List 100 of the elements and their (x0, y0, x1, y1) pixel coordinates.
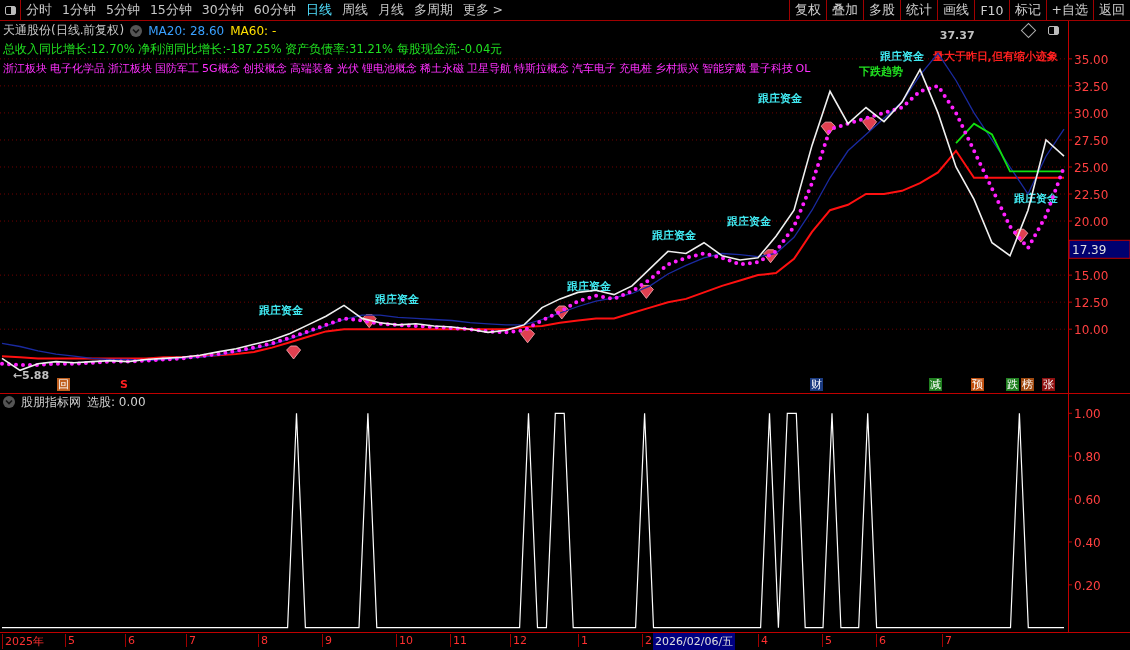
chart-annotation: 下跌趋势 (858, 65, 903, 79)
period-tab[interactable]: 1分钟 (57, 0, 101, 20)
toolbar-button[interactable]: 多股 (863, 0, 901, 20)
concept-tag[interactable]: 5G概念 (202, 61, 240, 76)
cursor-date-label: 2026/02/06/五 (653, 633, 736, 650)
concept-tag[interactable]: 乡村振兴 (654, 61, 699, 76)
period-tab[interactable]: 60分钟 (248, 0, 301, 20)
toolbar-button[interactable]: 标记 (1008, 0, 1046, 20)
diamond-icon (286, 345, 301, 360)
axis-label: 20.00 (1074, 215, 1109, 230)
last-price-label: 17.39 (1072, 243, 1107, 258)
date-label: 10 (396, 634, 413, 647)
date-label: 4 (758, 634, 768, 647)
chart-annotation: 37.37 (939, 29, 975, 43)
concept-tag[interactable]: 稀土永磁 (419, 61, 464, 76)
diamond-icon (554, 305, 570, 320)
event-marker[interactable]: 财 (810, 378, 824, 391)
date-label: 7 (186, 634, 196, 647)
chart-annotation: 跟庄资金 (651, 229, 696, 243)
event-marker[interactable]: 榜 (1020, 378, 1034, 391)
diamond-icon (1013, 228, 1029, 243)
axis-label: 0.20 (1074, 578, 1101, 593)
axis-label: 25.00 (1074, 161, 1109, 175)
toolbar-button[interactable]: F10 (974, 0, 1009, 20)
panel-icon[interactable] (1046, 24, 1060, 37)
chart-annotation: 跟庄资金 (727, 215, 772, 229)
axis-label: 22.50 (1074, 188, 1109, 202)
date-label: 9 (322, 634, 332, 647)
period-tab[interactable]: 更多 > (457, 0, 509, 20)
concept-tag[interactable]: 光伏 (336, 61, 359, 76)
indicator-title: 股朋指标网 (21, 393, 81, 411)
concept-tag[interactable]: 高端装备 (289, 61, 334, 76)
concept-tag[interactable]: 卫星导航 (466, 61, 511, 76)
period-tab[interactable]: 30分钟 (196, 0, 249, 20)
axis-label: 1.00 (1074, 407, 1101, 422)
axis-label: 27.50 (1074, 133, 1109, 148)
diamond-icon (862, 117, 877, 132)
axis-label: 12.50 (1074, 296, 1109, 311)
date-label: 2025年 (2, 634, 44, 649)
concept-tag[interactable]: 国防军工 (155, 61, 199, 76)
event-marker[interactable]: 预 (971, 378, 985, 391)
period-tab[interactable]: 日线 (300, 0, 337, 20)
chart-annotation: 跟庄资金 (259, 304, 304, 318)
period-tab[interactable]: 多周期 (408, 0, 458, 20)
concept-tag[interactable]: 电子化学品 (50, 61, 105, 76)
diamond-icon (763, 249, 778, 264)
period-tab[interactable]: 分时 (21, 0, 57, 20)
event-marker[interactable]: 跌 (1006, 378, 1020, 391)
date-label: 11 (450, 634, 467, 647)
date-label: 7 (942, 634, 952, 647)
toolbar-button[interactable]: 画线 (937, 0, 975, 20)
concept-tag[interactable]: 量子科技 (748, 61, 793, 76)
period-tab[interactable]: 周线 (336, 0, 373, 20)
concept-tag[interactable]: 特斯拉概念 (513, 61, 569, 76)
axis-label: 0.40 (1074, 535, 1101, 550)
period-tab[interactable]: 15分钟 (144, 0, 197, 20)
chart-annotation: 跟庄资金 (758, 92, 802, 106)
date-label: 5 (65, 634, 75, 647)
chart-annotation: 跟庄资金 (374, 293, 419, 307)
date-label: 2 (642, 634, 652, 647)
date-label: 5 (822, 634, 832, 647)
concept-tag[interactable]: 浙江板块 (108, 61, 152, 76)
toolbar-button[interactable]: 叠加 (826, 0, 864, 20)
chart-annotation: 跟庄资金 (880, 49, 925, 63)
diamond-icon (639, 285, 654, 299)
axis-label: 30.00 (1074, 106, 1109, 121)
concept-tag[interactable]: OL (795, 62, 811, 75)
event-marker[interactable]: 张 (1042, 378, 1056, 391)
event-marker[interactable]: S (119, 378, 129, 391)
diamond-icon (361, 314, 377, 329)
toolbar-button[interactable]: 复权 (789, 0, 827, 20)
concept-tag[interactable]: 浙江板块 (3, 61, 47, 76)
concept-tag[interactable]: 汽车电子 (571, 61, 616, 76)
legend-item: MA60: - (230, 23, 277, 38)
toolbar-button[interactable]: 返回 (1093, 0, 1130, 20)
event-marker[interactable]: 减 (929, 378, 942, 391)
chevron-down-icon[interactable] (130, 24, 143, 37)
date-label: 6 (876, 634, 886, 647)
legend-item: MA20: 28.60 (148, 23, 225, 38)
date-label: 6 (125, 634, 135, 647)
period-tab[interactable]: 月线 (372, 0, 409, 20)
axis-label: 10.00 (1074, 323, 1109, 338)
period-tab[interactable]: 5分钟 (100, 0, 145, 20)
event-marker[interactable]: 回 (56, 378, 70, 391)
date-label: 8 (258, 634, 268, 647)
axis-label: 0.60 (1074, 493, 1101, 508)
concept-tag[interactable]: 锂电池概念 (361, 61, 417, 76)
fundamentals-text: 总收入同比增长:12.70% 净利润同比增长:-187.25% 资产负债率:31.21% 每股现金流:-0.04元 (3, 42, 503, 57)
toolbar-button[interactable]: +自选 (1045, 0, 1093, 20)
concept-tag[interactable]: 充电桩 (618, 61, 652, 76)
axis-label: 32.50 (1074, 79, 1109, 94)
concept-tag[interactable]: 创投概念 (242, 61, 287, 76)
axis-label: 35.00 (1074, 52, 1109, 67)
stock-title: 天通股份(日线.前复权) (3, 22, 125, 39)
chevron-down-icon[interactable] (3, 396, 15, 408)
axis-label: 15.00 (1074, 269, 1109, 284)
diamond-icon (820, 121, 836, 136)
concept-tag[interactable]: 智能穿戴 (701, 61, 746, 76)
date-label: 12 (510, 634, 527, 647)
toolbar-button[interactable]: 统计 (900, 0, 938, 20)
